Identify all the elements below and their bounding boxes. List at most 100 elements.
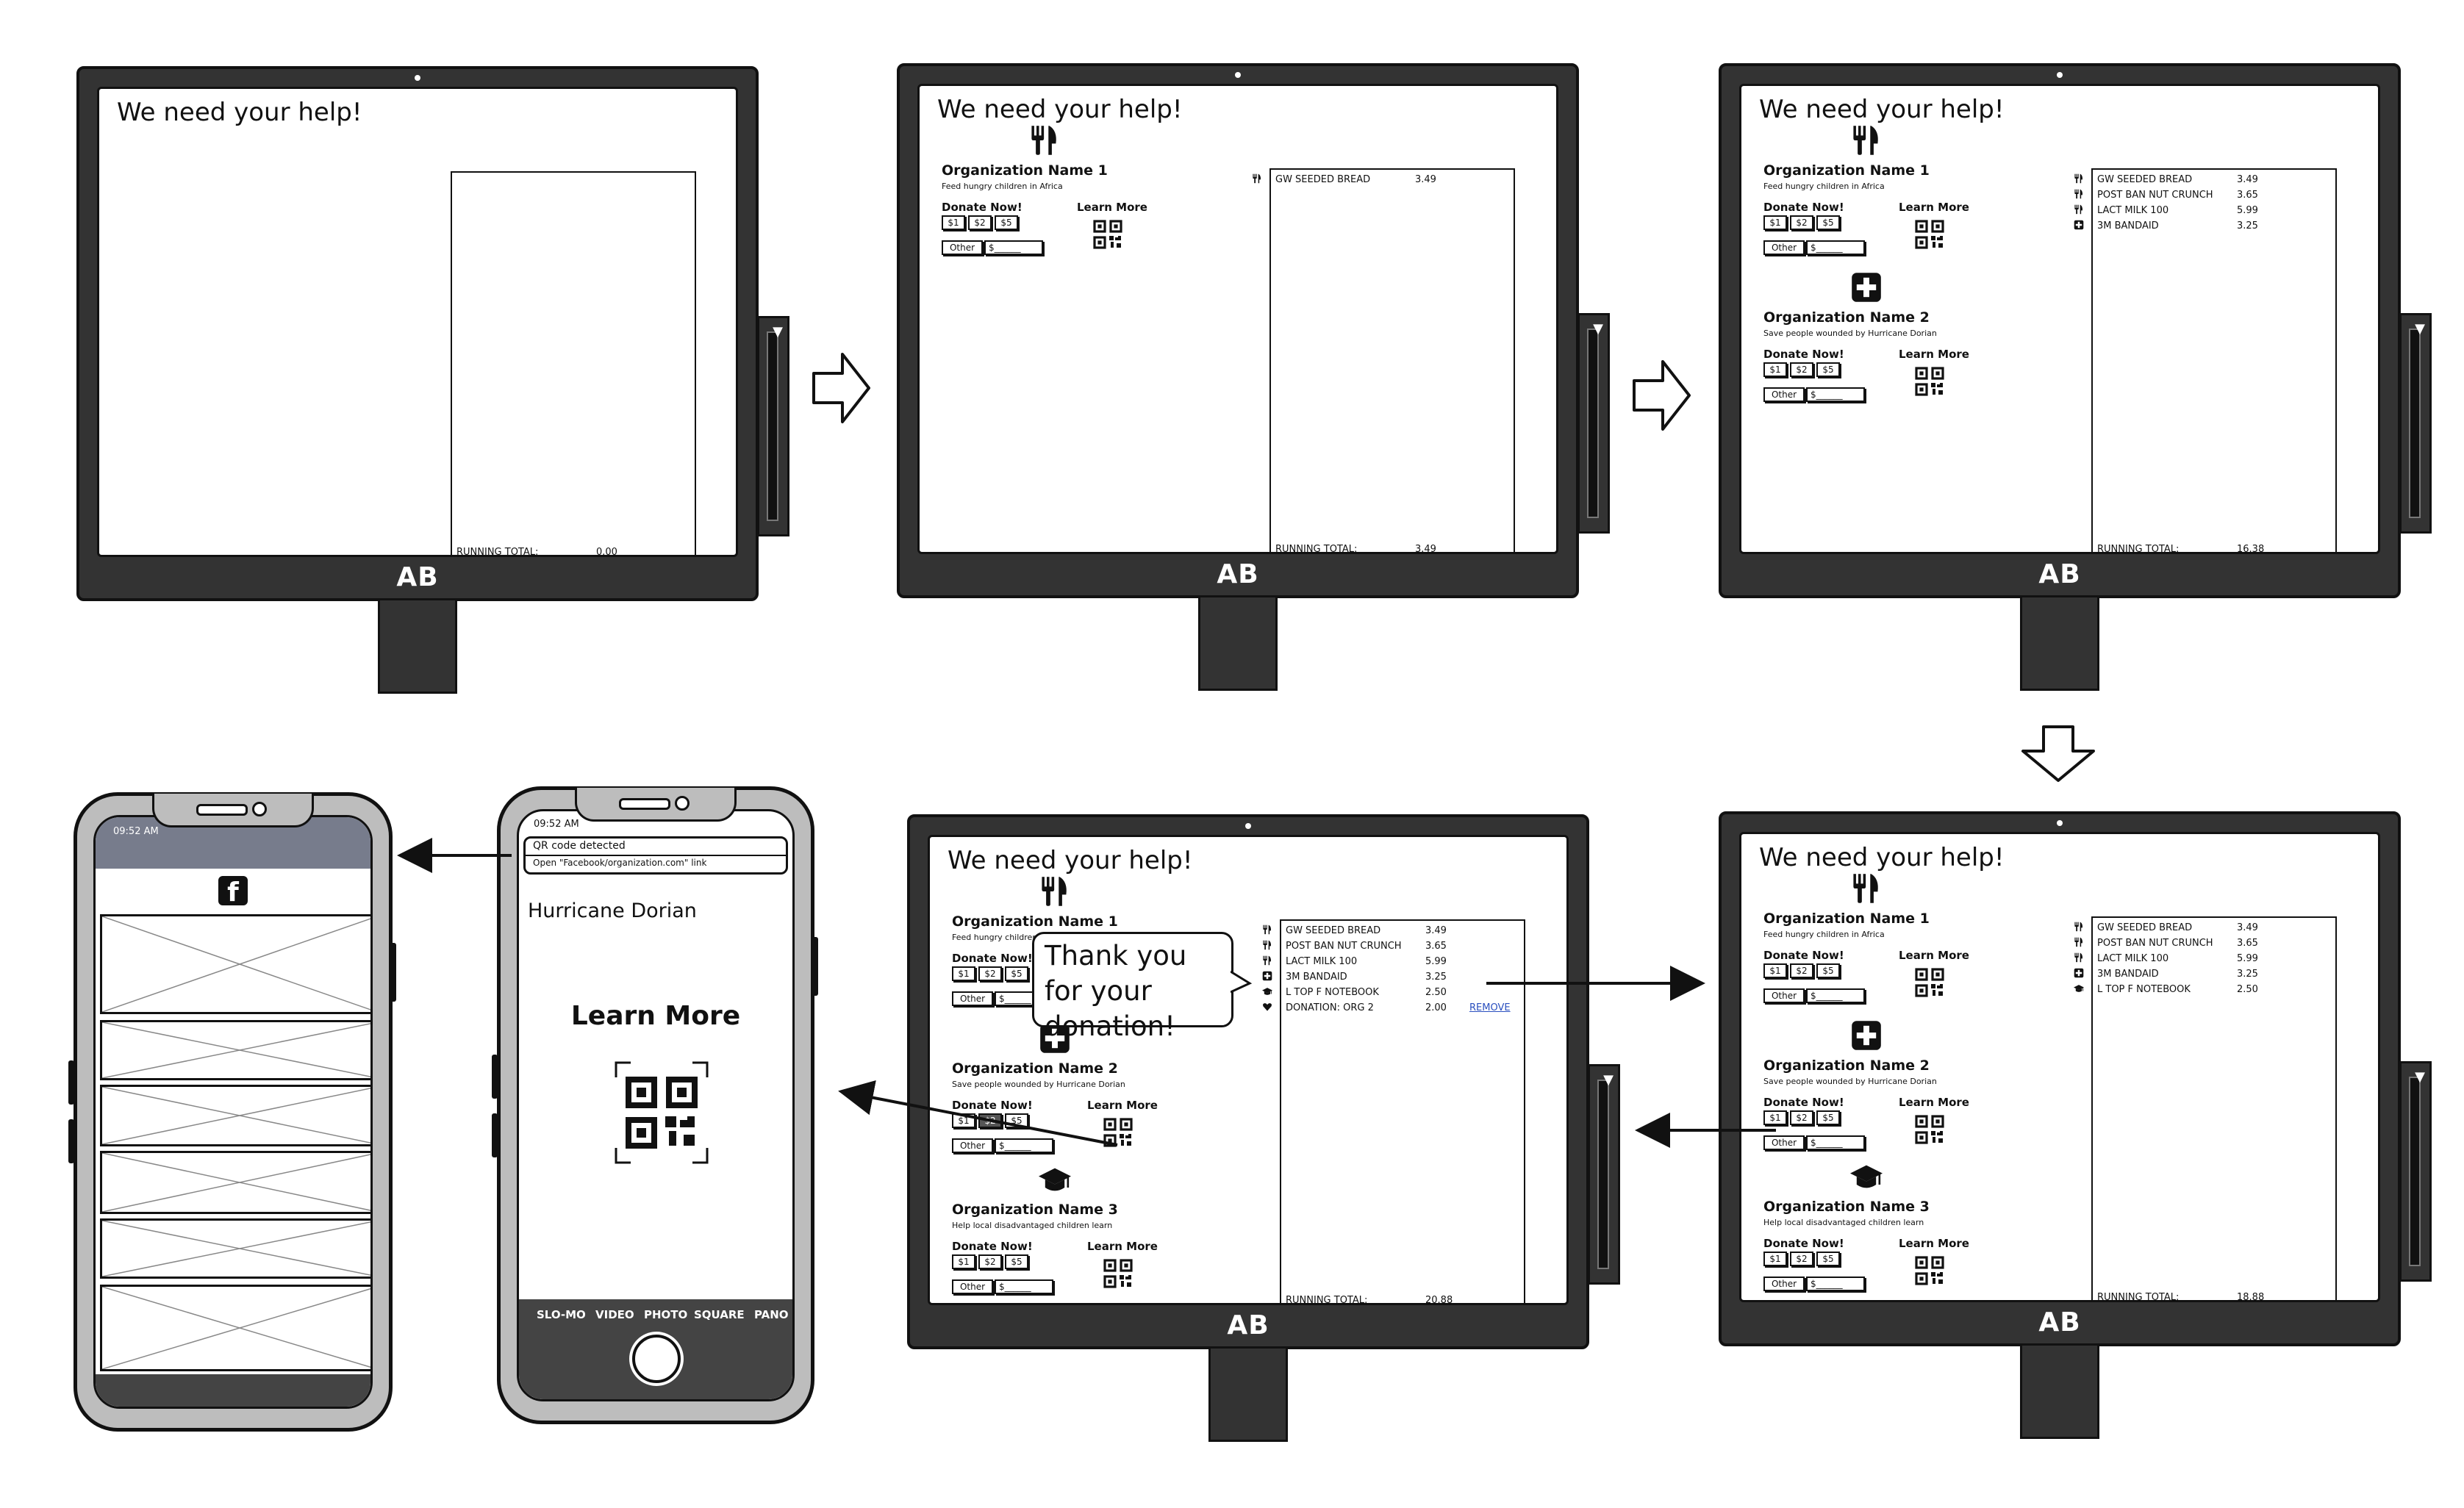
- shutter-button[interactable]: [632, 1335, 681, 1383]
- learn-more-qr[interactable]: [1093, 220, 1122, 249]
- donate-button-1[interactable]: $1: [952, 1254, 975, 1269]
- other-amount-input[interactable]: $______: [1806, 1277, 1865, 1291]
- feed-image-placeholder[interactable]: [100, 1085, 370, 1146]
- other-amount-button[interactable]: Other: [1763, 240, 1805, 255]
- learn-more-qr[interactable]: [1915, 367, 1944, 396]
- feed-image-placeholder[interactable]: [100, 914, 370, 1014]
- phone-power-button[interactable]: [812, 937, 818, 996]
- donate-button-1[interactable]: $1: [1763, 1252, 1787, 1266]
- donate-button-1[interactable]: $1: [1763, 1110, 1787, 1125]
- donate-button-2[interactable]: $2: [1790, 215, 1813, 230]
- camera-mode-slo-mo[interactable]: SLO-MO: [537, 1308, 586, 1321]
- notification-link[interactable]: Open "Facebook/organization.com" link: [533, 858, 706, 868]
- receipt-item-price: 2.50: [1425, 987, 1447, 998]
- other-amount-button[interactable]: Other: [942, 240, 983, 255]
- kiosk-screen: We need your help! Organization Name 1 Fee…: [1739, 832, 2380, 1302]
- other-amount-button[interactable]: Other: [952, 991, 993, 1006]
- donate-button-2[interactable]: $2: [1790, 1252, 1813, 1266]
- card-reader[interactable]: ▼: [2399, 1061, 2432, 1282]
- qr-notification[interactable]: QR code detected Open "Facebook/organizat…: [523, 836, 788, 875]
- donate-button-1[interactable]: $1: [942, 215, 965, 230]
- donate-button-2[interactable]: $2: [978, 1254, 1002, 1269]
- learn-more-label: Learn More: [1899, 1096, 1969, 1109]
- other-amount-input[interactable]: $______: [995, 1138, 1053, 1153]
- org-name: Organization Name 2: [952, 1060, 1118, 1077]
- card-slot[interactable]: [2409, 1077, 2421, 1266]
- receipt-row: L TOP F NOTEBOOK 2.50: [1262, 987, 1519, 1002]
- donate-button-3[interactable]: $5: [1816, 362, 1840, 377]
- donate-button-1[interactable]: $1: [952, 1113, 975, 1128]
- feed-image-placeholder[interactable]: [100, 1218, 370, 1279]
- remove-link[interactable]: REMOVE: [1469, 1002, 1511, 1013]
- learn-more-label: Learn More: [1087, 1099, 1158, 1112]
- donate-button-3[interactable]: $5: [995, 215, 1018, 230]
- facebook-phone: 09:52 AM f: [68, 792, 396, 1432]
- other-amount-button[interactable]: Other: [1763, 1135, 1805, 1150]
- other-amount-input[interactable]: $______: [984, 240, 1043, 255]
- donate-button-2[interactable]: $2: [968, 215, 992, 230]
- other-amount-button[interactable]: Other: [952, 1138, 993, 1153]
- card-reader[interactable]: ▼: [757, 316, 789, 536]
- card-slot[interactable]: [767, 331, 778, 521]
- camera-mode-photo[interactable]: PHOTO: [644, 1308, 687, 1321]
- camera-mode-pano[interactable]: PANO: [754, 1308, 789, 1321]
- other-amount-input[interactable]: $______: [1806, 988, 1865, 1003]
- flow-arrow-icon: [812, 353, 870, 423]
- donate-button-1[interactable]: $1: [1763, 963, 1787, 978]
- donate-button-1[interactable]: $1: [1763, 362, 1787, 377]
- learn-more-qr[interactable]: [1103, 1259, 1133, 1288]
- other-amount-button[interactable]: Other: [952, 1279, 993, 1294]
- phone-volume-button[interactable]: [492, 1055, 498, 1099]
- donate-button-3[interactable]: $5: [1816, 963, 1840, 978]
- receipt-row: L TOP F NOTEBOOK 2.50: [2074, 984, 2331, 999]
- status-time: 09:52 AM: [534, 819, 579, 830]
- donate-button-3[interactable]: $5: [1816, 1252, 1840, 1266]
- feed-image-placeholder[interactable]: [100, 1151, 370, 1214]
- feed-image-placeholder[interactable]: [100, 1020, 370, 1080]
- donate-button-2[interactable]: $2: [978, 966, 1002, 981]
- learn-more-qr[interactable]: [1915, 968, 1944, 997]
- donate-button-3[interactable]: $5: [1816, 215, 1840, 230]
- card-reader[interactable]: ▼: [2399, 313, 2432, 534]
- other-amount-button[interactable]: Other: [1763, 387, 1805, 402]
- phone-volume-button[interactable]: [68, 1119, 74, 1163]
- donate-button-3[interactable]: $5: [1816, 1110, 1840, 1125]
- phone-volume-button[interactable]: [68, 1060, 74, 1105]
- learn-more-qr[interactable]: [1915, 1256, 1944, 1285]
- other-amount-button[interactable]: Other: [1763, 988, 1805, 1003]
- donate-button-3[interactable]: $5: [1005, 1113, 1028, 1128]
- donate-button-2[interactable]: $2: [1790, 362, 1813, 377]
- card-reader[interactable]: ▼: [1588, 1064, 1620, 1285]
- running-total: RUNNING TOTAL: 20.88: [1286, 1295, 1519, 1303]
- feed-image-placeholder[interactable]: [100, 1285, 370, 1371]
- receipt-item-name: POST BAN NUT CRUNCH: [2097, 938, 2213, 949]
- card-slot[interactable]: [1597, 1080, 1609, 1269]
- card-slot[interactable]: [2409, 328, 2421, 518]
- donate-now-label: Donate Now!: [952, 1240, 1033, 1253]
- camera-mode-video[interactable]: VIDEO: [595, 1308, 634, 1321]
- camera-mode-square[interactable]: SQUARE: [694, 1308, 745, 1321]
- notification-divider: [526, 855, 786, 856]
- other-amount-input[interactable]: $______: [1806, 1135, 1865, 1150]
- phone-power-button[interactable]: [390, 943, 396, 1002]
- other-amount-input[interactable]: $______: [995, 1279, 1053, 1294]
- other-amount-button[interactable]: Other: [1763, 1277, 1805, 1291]
- donate-button-3[interactable]: $5: [1005, 966, 1028, 981]
- donate-button-2[interactable]: $2: [978, 1113, 1002, 1128]
- donate-button-3[interactable]: $5: [1005, 1254, 1028, 1269]
- card-reader[interactable]: ▼: [1577, 313, 1610, 534]
- phone-volume-button[interactable]: [492, 1113, 498, 1157]
- monitor-stand: [378, 598, 457, 694]
- other-amount-input[interactable]: $______: [1806, 240, 1865, 255]
- learn-more-qr[interactable]: [1103, 1118, 1133, 1147]
- card-arrow-icon: ▼: [773, 324, 783, 340]
- donate-button-2[interactable]: $2: [1790, 963, 1813, 978]
- donate-button-2[interactable]: $2: [1790, 1110, 1813, 1125]
- card-slot[interactable]: [1587, 328, 1599, 518]
- donate-button-1[interactable]: $1: [1763, 215, 1787, 230]
- learn-more-qr[interactable]: [1915, 1115, 1944, 1144]
- learn-more-qr[interactable]: [1915, 220, 1944, 249]
- learn-more-label: Learn More: [1077, 201, 1147, 214]
- other-amount-input[interactable]: $______: [1806, 387, 1865, 402]
- donate-button-1[interactable]: $1: [952, 966, 975, 981]
